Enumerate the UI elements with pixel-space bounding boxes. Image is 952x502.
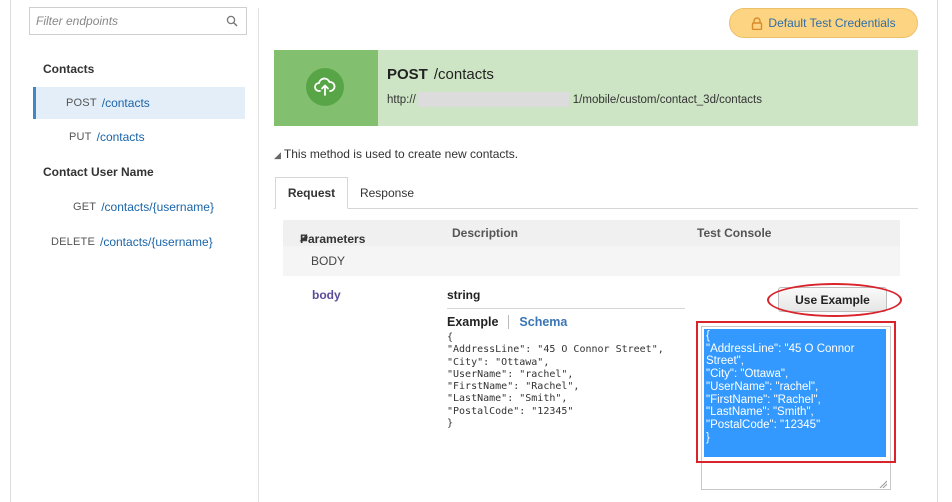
sidebar-item-path[interactable]: /contacts/{username} <box>100 235 213 249</box>
parameters-table-header: ◢ Parameters Description Test Console <box>283 220 900 246</box>
example-code-line: "City": "Ottawa", <box>447 356 550 368</box>
example-code-line: "FirstName": "Rachel", <box>447 381 580 393</box>
sidebar-divider <box>258 8 259 502</box>
endpoint-url: http:// 1/mobile/custom/contact_3d/conta… <box>387 92 762 107</box>
search-icon[interactable] <box>226 15 238 27</box>
resize-grip-icon[interactable] <box>879 480 887 488</box>
endpoint-header: POST/contacts http:// 1/mobile/custom/co… <box>274 50 918 126</box>
sidebar-group-contacts: Contacts <box>43 62 95 76</box>
console-line: "FirstName": "Rachel", <box>706 393 821 406</box>
body-section-label: BODY <box>311 254 346 268</box>
sidebar-item-delete-contacts-username[interactable]: DELETE /contacts/{username} <box>33 226 245 258</box>
endpoint-description-text: This method is used to create new contac… <box>283 147 519 161</box>
example-code-line: "LastName": "Smith", <box>447 393 568 405</box>
default-test-credentials-button[interactable]: Default Test Credentials <box>729 8 918 38</box>
endpoint-icon-circle <box>306 68 344 106</box>
endpoint-url-redacted <box>417 92 569 107</box>
lock-icon <box>752 16 763 30</box>
endpoint-icon-box <box>274 50 378 126</box>
tab-response[interactable]: Response <box>352 177 422 209</box>
endpoint-title: POST/contacts <box>387 66 494 83</box>
parameters-column-label: Parameters <box>300 232 366 246</box>
sidebar-item-post-contacts[interactable]: POST /contacts <box>33 87 245 119</box>
endpoint-description[interactable]: ◢ This method is used to create new conta… <box>274 147 518 161</box>
sidebar-item-verb: GET <box>73 201 97 213</box>
console-line: } <box>706 431 710 444</box>
tab-example[interactable]: Example <box>447 315 498 329</box>
console-line: "LastName": "Smith", <box>706 406 814 419</box>
cloud-upload-icon <box>314 77 336 96</box>
console-line: "AddressLine": "45 O Connor Street", <box>706 342 858 368</box>
endpoint-path: /contacts <box>433 66 494 83</box>
param-type: string <box>447 288 481 302</box>
test-console-column-header: Test Console <box>697 226 772 240</box>
sidebar-item-verb: POST <box>66 97 97 109</box>
example-code-line: "UserName": "rachel", <box>447 368 574 380</box>
description-column-header: Description <box>452 226 519 240</box>
frame-right-border <box>937 0 938 502</box>
sidebar-group-contact-user-name: Contact User Name <box>43 165 154 179</box>
example-code-line: } <box>447 418 454 430</box>
example-code-line: "PostalCode": "12345" <box>447 405 574 417</box>
sidebar-item-path[interactable]: /contacts/{username} <box>101 200 214 214</box>
console-line: "UserName": "rachel", <box>706 380 819 393</box>
test-console-selected-text[interactable]: {"AddressLine": "45 O Connor Street", "Ci… <box>704 329 886 457</box>
example-schema-separator <box>508 315 510 329</box>
sidebar-item-verb: PUT <box>69 131 92 143</box>
console-line: { <box>706 330 710 342</box>
example-schema-tabs: Example Schema <box>447 315 567 329</box>
collapse-triangle-icon[interactable]: ◢ <box>274 150 281 160</box>
sidebar-item-path[interactable]: /contacts <box>102 96 150 110</box>
sidebar-item-get-contacts-username[interactable]: GET /contacts/{username} <box>33 191 245 223</box>
example-code-line: { <box>447 332 454 343</box>
body-section-row: BODY <box>283 246 900 276</box>
sidebar-item-verb: DELETE <box>51 236 95 248</box>
example-json-code: {"AddressLine": "45 O Connor Street", "Ci… <box>447 332 687 430</box>
filter-endpoints-input[interactable] <box>30 8 220 34</box>
tab-schema[interactable]: Schema <box>519 315 567 329</box>
sidebar-item-path[interactable]: /contacts <box>97 130 145 144</box>
param-name: body <box>312 288 341 302</box>
endpoint-url-prefix: http:// <box>387 93 416 106</box>
console-line: "PostalCode": "12345" <box>706 418 821 431</box>
console-line: "City": "Ottawa", <box>706 368 789 381</box>
use-example-button[interactable]: Use Example <box>778 287 887 312</box>
endpoint-url-suffix: 1/mobile/custom/contact_3d/contacts <box>572 93 762 106</box>
credentials-label: Default Test Credentials <box>768 16 896 30</box>
example-code-line: "AddressLine": "45 O Connor Street", <box>447 344 664 356</box>
tab-request[interactable]: Request <box>275 177 348 209</box>
endpoint-method: POST <box>387 66 428 83</box>
frame-left-border <box>10 0 11 502</box>
param-type-divider <box>447 308 685 309</box>
filter-endpoints-field[interactable] <box>29 7 247 35</box>
sidebar-item-put-contacts[interactable]: PUT /contacts <box>33 121 245 153</box>
